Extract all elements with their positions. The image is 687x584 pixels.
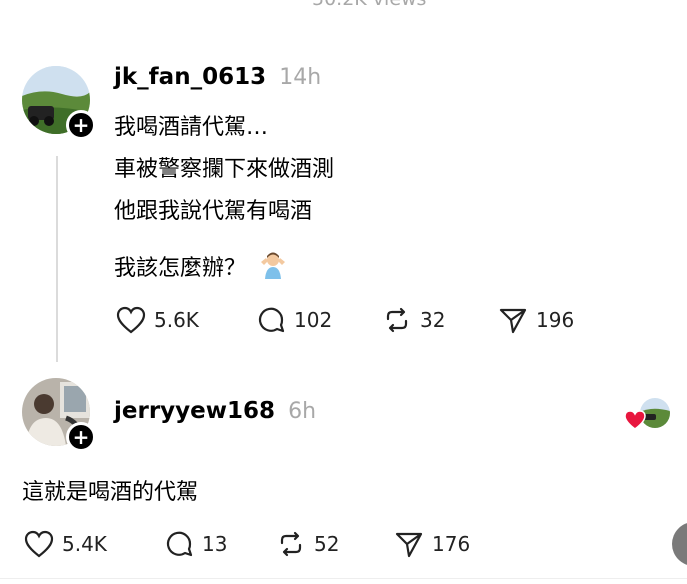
floating-action-button[interactable] bbox=[672, 522, 687, 566]
thread-connector-line bbox=[56, 156, 58, 362]
comment-count: 102 bbox=[294, 308, 333, 332]
share-button[interactable]: 176 bbox=[394, 530, 470, 558]
post-text-line-3: 他跟我說代駕有喝酒 bbox=[114, 199, 313, 224]
heart-filled-icon bbox=[624, 410, 646, 430]
repost-count: 52 bbox=[314, 532, 340, 556]
repost-icon bbox=[280, 531, 302, 557]
post-text-question: 我該怎麼辦？ bbox=[114, 256, 247, 281]
post-header: jk_fan_0613 14h bbox=[114, 64, 321, 90]
comment-icon bbox=[258, 307, 285, 333]
share-count: 196 bbox=[536, 308, 575, 332]
views-count: 50.2K views bbox=[312, 0, 426, 10]
post-question: 我該怎麼辦？ bbox=[114, 249, 288, 283]
like-button[interactable]: 5.4K bbox=[24, 530, 107, 558]
comment-button[interactable]: 102 bbox=[256, 306, 332, 334]
like-button[interactable]: 5.6K bbox=[116, 306, 199, 334]
heart-icon bbox=[116, 306, 146, 334]
post-text-line-2: 車被警察攔下來做酒測 bbox=[114, 157, 335, 182]
bottom-divider bbox=[0, 578, 687, 579]
post-time: 6h bbox=[288, 399, 317, 424]
like-count: 5.6K bbox=[154, 308, 199, 332]
repost-button[interactable]: 52 bbox=[276, 530, 339, 558]
post-header: jerryyew168 6h bbox=[114, 398, 316, 424]
share-button[interactable]: 196 bbox=[498, 306, 574, 334]
post-text-line-1: 我喝酒請代駕… bbox=[114, 115, 269, 140]
post-text: 這就是喝酒的代駕 bbox=[22, 480, 199, 505]
send-icon bbox=[499, 308, 527, 334]
follow-plus-button[interactable]: + bbox=[66, 422, 96, 452]
comment-icon bbox=[166, 531, 193, 557]
repost-button[interactable]: 32 bbox=[382, 306, 445, 334]
username[interactable]: jerryyew168 bbox=[114, 398, 275, 424]
author-liked-badge bbox=[624, 396, 672, 432]
send-icon bbox=[395, 532, 423, 558]
comment-button[interactable]: 13 bbox=[164, 530, 227, 558]
comment-count: 13 bbox=[202, 532, 228, 556]
repost-icon bbox=[386, 307, 408, 333]
share-count: 176 bbox=[432, 532, 471, 556]
heart-icon bbox=[24, 530, 54, 558]
person-shrugging-icon bbox=[258, 249, 288, 283]
username[interactable]: jk_fan_0613 bbox=[114, 64, 266, 90]
post-time: 14h bbox=[279, 65, 322, 90]
like-count: 5.4K bbox=[62, 532, 107, 556]
follow-plus-button[interactable]: + bbox=[66, 110, 96, 140]
repost-count: 32 bbox=[420, 308, 446, 332]
